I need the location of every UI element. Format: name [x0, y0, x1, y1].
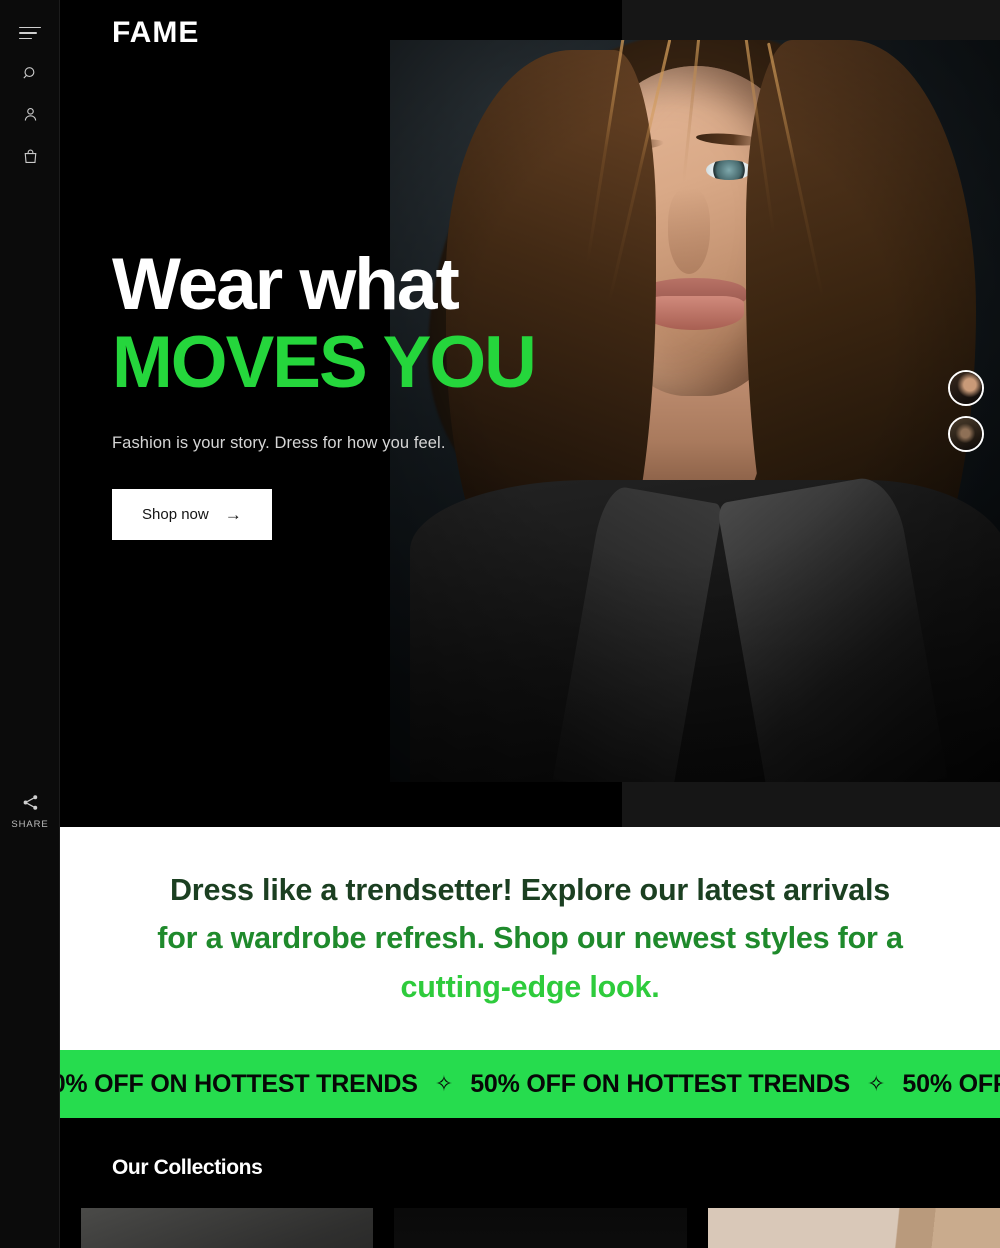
marquee-item: 50% OFF ON HOTTEST TRENDS — [60, 1069, 418, 1098]
slide-thumbnail-2[interactable] — [948, 416, 984, 452]
hamburger-menu-icon[interactable] — [0, 16, 60, 50]
share-icon — [23, 795, 37, 810]
share-label: SHARE — [11, 819, 49, 830]
shop-now-label: Shop now — [142, 506, 209, 524]
marquee-separator-icon: ✧ — [434, 1071, 454, 1096]
hero-copy: Wear what MOVES YOU Fashion is your stor… — [112, 244, 632, 541]
promo-section: Dress like a trendsetter! Explore our la… — [60, 827, 1000, 1050]
collection-card-1[interactable] — [81, 1208, 374, 1248]
share-button[interactable]: SHARE — [0, 793, 60, 830]
brand-logo[interactable]: FAME — [112, 16, 199, 50]
hero-headline-line2: MOVES YOU — [112, 322, 537, 404]
shopping-bag-icon[interactable] — [0, 139, 60, 173]
hero-headline-line1: Wear what — [112, 244, 460, 325]
promo-line-2: for a wardrobe refresh. Shop our newest … — [157, 921, 903, 956]
left-sidebar-rail: SHARE — [0, 0, 60, 1248]
marquee-separator-icon: ✧ — [866, 1071, 886, 1096]
user-account-icon[interactable] — [0, 97, 60, 131]
marquee-track: 50% OFF ON HOTTEST TRENDS ✧ 50% OFF ON HOT… — [60, 1070, 1000, 1099]
discount-marquee-banner: 50% OFF ON HOTTEST TRENDS ✧ 50% OFF ON HOT… — [60, 1050, 1000, 1118]
hero-headline: Wear what MOVES YOU — [112, 244, 632, 404]
slide-thumbnail-1[interactable] — [948, 370, 984, 406]
collections-title: Our Collections — [112, 1156, 263, 1179]
page-root: SHARE Wear what MOVES YOU Fashion is you… — [0, 0, 1000, 1248]
collection-card-2[interactable] — [394, 1208, 687, 1248]
arrow-right-icon: → — [224, 505, 242, 525]
shop-now-button[interactable]: Shop now → — [112, 489, 272, 541]
collection-card-3[interactable] — [707, 1208, 1000, 1248]
search-icon[interactable] — [0, 56, 60, 90]
promo-text: Dress like a trendsetter! Explore our la… — [100, 866, 960, 1011]
promo-line-1: Dress like a trendsetter! Explore our la… — [169, 873, 891, 908]
hero-slide-thumbnails — [948, 370, 992, 452]
collections-section: Our Collections — [60, 1118, 1000, 1248]
marquee-item: 50% OFF ON HOTTEST TRENDS — [902, 1069, 1000, 1098]
promo-line-3: cutting-edge look. — [400, 969, 660, 1004]
collections-grid — [81, 1208, 1000, 1248]
hero-section: Wear what MOVES YOU Fashion is your stor… — [60, 0, 1000, 827]
marquee-item: 50% OFF ON HOTTEST TRENDS — [470, 1069, 850, 1098]
hero-subtitle: Fashion is your story. Dress for how you… — [112, 434, 446, 453]
